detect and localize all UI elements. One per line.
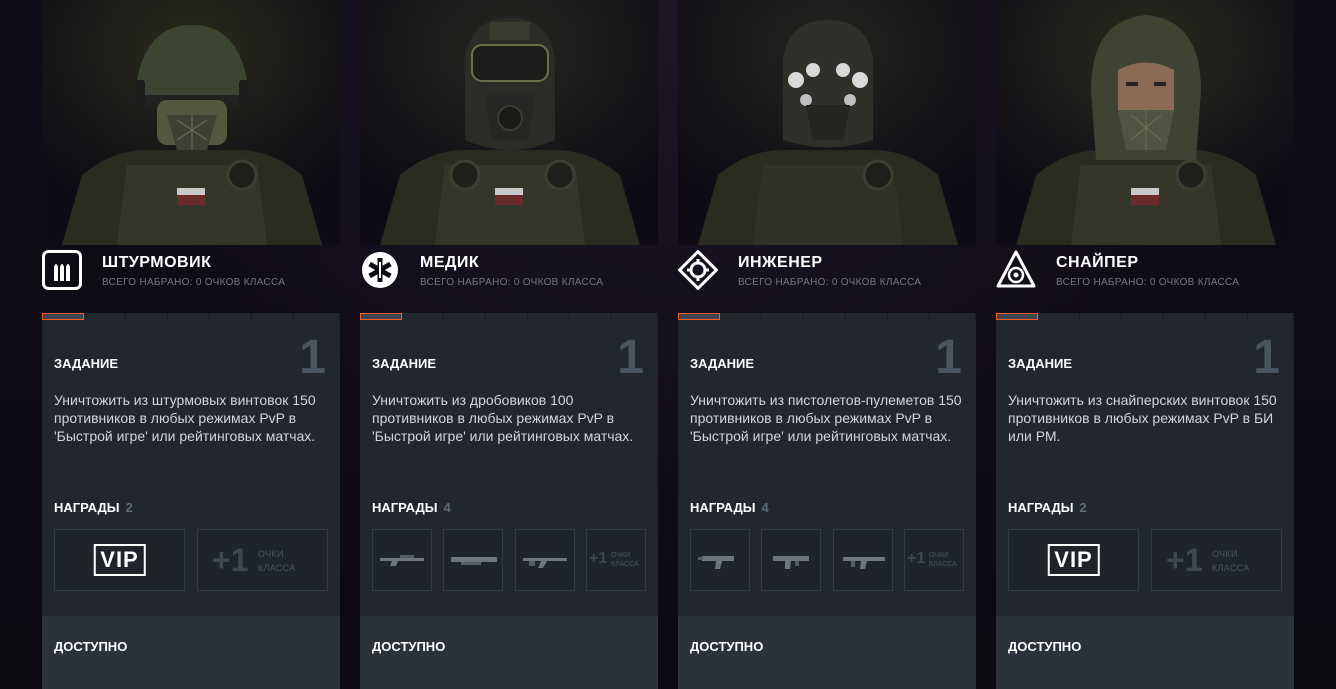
task-card: ЗАДАНИЕ 1 Уничтожить из дробовиков 100 п… xyxy=(360,320,658,616)
available-bar: ДОСТУПНО xyxy=(996,616,1294,689)
task-description: Уничтожить из снайперских винтовок 150 п… xyxy=(1008,392,1277,444)
engineer-portrait xyxy=(678,0,976,245)
ammo-icon xyxy=(42,250,82,290)
class-column-sniper: СНАЙПЕР ВСЕГО НАБРАНО: 0 ОЧКОВ КЛАССА ЗА… xyxy=(996,0,1294,689)
task-title: ЗАДАНИЕ xyxy=(54,356,119,371)
rifleman-portrait xyxy=(42,0,340,245)
reward-vip[interactable]: VIP xyxy=(54,529,185,591)
available-bar: ДОСТУПНО xyxy=(360,616,658,689)
reward-shotgun-3[interactable] xyxy=(515,529,575,591)
task-title: ЗАДАНИЕ xyxy=(372,356,437,371)
reward-vip[interactable]: VIP xyxy=(1008,529,1139,591)
class-points-value: +1 xyxy=(1166,542,1203,578)
class-points-total: ВСЕГО НАБРАНО: 0 ОЧКОВ КЛАССА xyxy=(420,277,604,288)
available-bar: ДОСТУПНО xyxy=(678,616,976,689)
sniper-portrait xyxy=(996,0,1294,245)
class-points-value: +1 xyxy=(212,542,249,578)
reward-shotgun-1[interactable] xyxy=(372,529,432,591)
current-task-marker xyxy=(42,313,84,320)
task-card: ЗАДАНИЕ 1 Уничтожить из снайперских винт… xyxy=(996,320,1294,616)
vip-badge: VIP xyxy=(1047,544,1100,576)
medic-header: МЕДИК ВСЕГО НАБРАНО: 0 ОЧКОВ КЛАССА xyxy=(360,250,658,294)
engineer-header: ИНЖЕНЕР ВСЕГО НАБРАНО: 0 ОЧКОВ КЛАССА xyxy=(677,249,976,294)
task-number: 1 xyxy=(617,331,644,384)
class-points-label: ОЧКИ КЛАССА xyxy=(258,549,296,573)
rewards-count: 4 xyxy=(443,500,451,515)
medic-icon xyxy=(360,250,400,290)
rifleman-header: ШТУРМОВИК ВСЕГО НАБРАНО: 0 ОЧКОВ КЛАССА xyxy=(42,250,340,294)
class-points-total: ВСЕГО НАБРАНО: 0 ОЧКОВ КЛАССА xyxy=(102,277,286,288)
smg-icon xyxy=(843,557,885,569)
task-card: ЗАДАНИЕ 1 Уничтожить из штурмовых винтов… xyxy=(42,320,340,616)
rewards-count: 2 xyxy=(1079,500,1087,515)
shotgun-icon xyxy=(451,557,497,565)
screen-background: ШТУРМОВИК ВСЕГО НАБРАНО: 0 ОЧКОВ КЛАССА … xyxy=(0,0,1336,689)
task-number: 1 xyxy=(299,331,326,384)
available-label: ДОСТУПНО xyxy=(1008,639,1082,654)
task-number: 1 xyxy=(935,331,962,384)
rewards-count: 4 xyxy=(761,500,769,515)
current-task-marker xyxy=(678,313,720,320)
task-description: Уничтожить из штурмовых винтовок 150 про… xyxy=(54,392,316,444)
class-name: МЕДИК xyxy=(420,254,480,271)
smg-icon xyxy=(773,556,809,569)
class-points-value: +1 xyxy=(907,550,926,567)
reward-smg-1[interactable] xyxy=(690,529,750,591)
task-progress-bar xyxy=(678,313,976,320)
task-progress-bar xyxy=(996,313,1294,320)
reward-smg-2[interactable] xyxy=(761,529,821,591)
rewards-label: НАГРАДЫ xyxy=(54,500,120,515)
rewards-heading: НАГРАДЫ 2 xyxy=(1008,500,1087,515)
medic-portrait xyxy=(360,0,658,245)
reward-smg-3[interactable] xyxy=(833,529,893,591)
rewards-count: 2 xyxy=(125,500,133,515)
rewards-label: НАГРАДЫ xyxy=(1008,500,1074,515)
sniper-header: СНАЙПЕР ВСЕГО НАБРАНО: 0 ОЧКОВ КЛАССА xyxy=(996,250,1294,294)
reward-shotgun-2[interactable] xyxy=(443,529,503,591)
current-task-marker xyxy=(996,313,1038,320)
class-points-label: ОЧКИ КЛАССА xyxy=(611,552,639,568)
shotgun-icon xyxy=(523,558,567,568)
reward-class-points[interactable]: +1 ОЧКИ КЛАССА xyxy=(904,529,964,591)
available-label: ДОСТУПНО xyxy=(54,639,128,654)
task-progress-bar xyxy=(360,313,658,320)
class-name: ИНЖЕНЕР xyxy=(738,254,823,271)
current-task-marker xyxy=(360,313,402,320)
reward-class-points[interactable]: +1 ОЧКИ КЛАССА xyxy=(586,529,646,591)
class-points-label: ОЧКИ КЛАССА xyxy=(1212,549,1250,573)
available-label: ДОСТУПНО xyxy=(372,639,446,654)
shotgun-icon xyxy=(380,555,424,566)
task-progress-bar xyxy=(42,313,340,320)
class-points-value: +1 xyxy=(589,550,608,567)
task-card: ЗАДАНИЕ 1 Уничтожить из пистолетов-пулем… xyxy=(678,320,976,616)
rewards-heading: НАГРАДЫ 4 xyxy=(372,500,451,515)
rewards-label: НАГРАДЫ xyxy=(690,500,756,515)
task-number: 1 xyxy=(1253,331,1280,384)
reward-class-points[interactable]: +1 ОЧКИ КЛАССА xyxy=(197,529,328,591)
engineer-icon xyxy=(677,249,719,291)
rewards-heading: НАГРАДЫ 4 xyxy=(690,500,769,515)
smg-icon xyxy=(698,556,734,569)
vip-badge: VIP xyxy=(93,544,146,576)
reward-class-points[interactable]: +1 ОЧКИ КЛАССА xyxy=(1151,529,1282,591)
task-title: ЗАДАНИЕ xyxy=(1008,356,1073,371)
sniper-icon xyxy=(996,250,1036,290)
class-points-label: ОЧКИ КЛАССА xyxy=(929,552,957,568)
available-label: ДОСТУПНО xyxy=(690,639,764,654)
task-description: Уничтожить из дробовиков 100 противников… xyxy=(372,392,634,444)
task-description: Уничтожить из пистолетов-пулеметов 150 п… xyxy=(690,392,962,444)
rewards-heading: НАГРАДЫ 2 xyxy=(54,500,133,515)
class-name: СНАЙПЕР xyxy=(1056,254,1139,271)
rewards-label: НАГРАДЫ xyxy=(372,500,438,515)
class-column-rifleman: ШТУРМОВИК ВСЕГО НАБРАНО: 0 ОЧКОВ КЛАССА … xyxy=(42,0,340,689)
class-column-medic: МЕДИК ВСЕГО НАБРАНО: 0 ОЧКОВ КЛАССА ЗАДА… xyxy=(360,0,658,689)
class-column-engineer: ИНЖЕНЕР ВСЕГО НАБРАНО: 0 ОЧКОВ КЛАССА ЗА… xyxy=(677,0,976,689)
class-points-total: ВСЕГО НАБРАНО: 0 ОЧКОВ КЛАССА xyxy=(738,277,922,288)
available-bar: ДОСТУПНО xyxy=(42,616,340,689)
task-title: ЗАДАНИЕ xyxy=(690,356,755,371)
class-name: ШТУРМОВИК xyxy=(102,254,212,271)
class-points-total: ВСЕГО НАБРАНО: 0 ОЧКОВ КЛАССА xyxy=(1056,277,1240,288)
